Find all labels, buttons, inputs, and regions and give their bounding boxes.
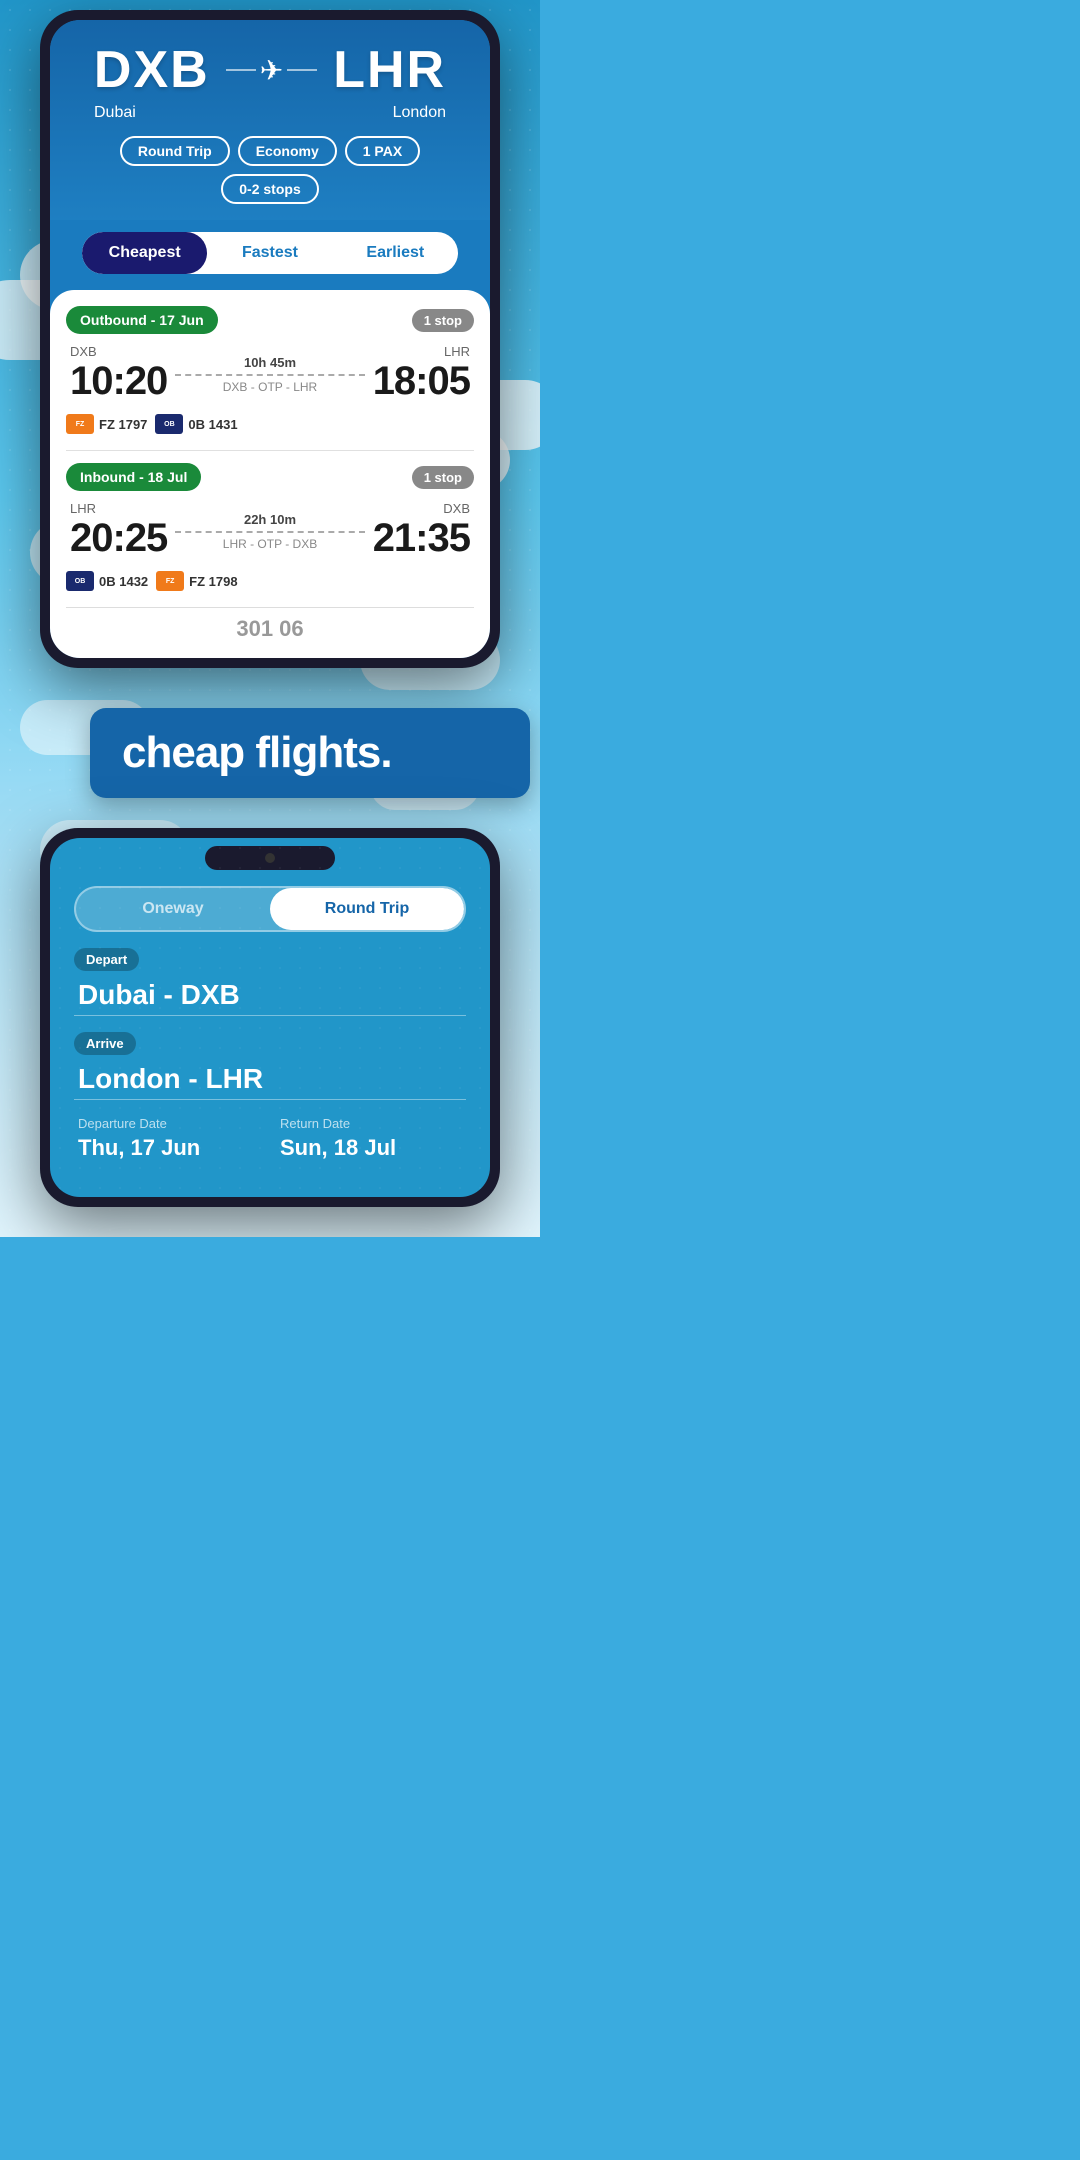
round-trip-option[interactable]: Round Trip bbox=[270, 888, 464, 930]
tab-fastest[interactable]: Fastest bbox=[207, 232, 332, 274]
outbound-via: DXB - OTP - LHR bbox=[175, 380, 364, 394]
sort-tabs: Cheapest Fastest Earliest bbox=[82, 232, 458, 274]
inbound-depart-time: 20:25 bbox=[70, 516, 167, 561]
origin-city: Dubai bbox=[94, 104, 136, 122]
inbound-origin: LHR bbox=[70, 501, 167, 516]
stops-pill[interactable]: 0-2 stops bbox=[221, 174, 318, 204]
outbound-arrive-time: 18:05 bbox=[373, 359, 470, 404]
airline-4-flight: FZ 1798 bbox=[189, 574, 237, 589]
destination-code: LHR bbox=[333, 40, 446, 100]
outbound-airlines: FZ FZ 1797 OB 0B 1431 bbox=[66, 414, 474, 434]
oneway-option[interactable]: Oneway bbox=[76, 888, 270, 930]
departure-date-label: Departure Date bbox=[78, 1116, 260, 1131]
flight-direction-icon: ✈ bbox=[226, 54, 317, 87]
arrive-value: London - LHR bbox=[74, 1063, 466, 1095]
tab-earliest[interactable]: Earliest bbox=[333, 232, 458, 274]
depart-value: Dubai - DXB bbox=[74, 979, 466, 1011]
origin-code: DXB bbox=[94, 40, 210, 100]
airline-2-flight: 0B 1431 bbox=[188, 417, 237, 432]
price-preview: 301 06 bbox=[66, 607, 474, 642]
dates-section: Departure Date Thu, 17 Jun Return Date S… bbox=[74, 1116, 466, 1161]
outbound-origin: DXB bbox=[70, 344, 167, 359]
airline-4-logo: FZ bbox=[156, 571, 184, 591]
inbound-airlines: OB 0B 1432 FZ FZ 1798 bbox=[66, 571, 474, 591]
outbound-segment: Outbound - 17 Jun 1 stop DXB 10:20 10h 4… bbox=[66, 306, 474, 434]
return-date-label: Return Date bbox=[280, 1116, 462, 1131]
airline-3: OB 0B 1432 bbox=[66, 571, 148, 591]
outbound-depart-time: 10:20 bbox=[70, 359, 167, 404]
airline-2-logo: OB bbox=[155, 414, 183, 434]
inbound-via: LHR - OTP - DXB bbox=[175, 537, 364, 551]
outbound-stops: 1 stop bbox=[412, 309, 474, 332]
phone2-notch bbox=[50, 838, 490, 870]
airline-3-flight: 0B 1432 bbox=[99, 574, 148, 589]
outbound-duration: 10h 45m bbox=[175, 355, 364, 370]
inbound-badge: Inbound - 18 Jul bbox=[66, 463, 201, 491]
airline-1-logo: FZ bbox=[66, 414, 94, 434]
departure-date-value: Thu, 17 Jun bbox=[78, 1135, 260, 1161]
cabin-class-pill[interactable]: Economy bbox=[238, 136, 337, 166]
arrive-field[interactable]: Arrive London - LHR bbox=[74, 1032, 466, 1100]
outbound-destination: LHR bbox=[373, 344, 470, 359]
airline-3-logo: OB bbox=[66, 571, 94, 591]
inbound-destination: DXB bbox=[373, 501, 470, 516]
airline-4: FZ FZ 1798 bbox=[156, 571, 237, 591]
inbound-segment: Inbound - 18 Jul 1 stop LHR 20:25 22h 10… bbox=[66, 463, 474, 591]
airline-2: OB 0B 1431 bbox=[155, 414, 237, 434]
tab-cheapest[interactable]: Cheapest bbox=[82, 232, 207, 274]
departure-date[interactable]: Departure Date Thu, 17 Jun bbox=[78, 1116, 260, 1161]
destination-city: London bbox=[393, 104, 446, 122]
trip-type-toggle[interactable]: Oneway Round Trip bbox=[74, 886, 466, 932]
depart-label: Depart bbox=[74, 948, 139, 971]
inbound-duration: 22h 10m bbox=[175, 512, 364, 527]
trip-type-pill[interactable]: Round Trip bbox=[120, 136, 230, 166]
depart-field[interactable]: Depart Dubai - DXB bbox=[74, 948, 466, 1016]
arrive-label: Arrive bbox=[74, 1032, 136, 1055]
return-date[interactable]: Return Date Sun, 18 Jul bbox=[280, 1116, 462, 1161]
promo-headline: cheap flights. bbox=[122, 728, 392, 777]
return-date-value: Sun, 18 Jul bbox=[280, 1135, 462, 1161]
airline-1-flight: FZ 1797 bbox=[99, 417, 147, 432]
outbound-badge: Outbound - 17 Jun bbox=[66, 306, 218, 334]
inbound-stops: 1 stop bbox=[412, 466, 474, 489]
inbound-arrive-time: 21:35 bbox=[373, 516, 470, 561]
passengers-pill[interactable]: 1 PAX bbox=[345, 136, 420, 166]
airline-1: FZ FZ 1797 bbox=[66, 414, 147, 434]
